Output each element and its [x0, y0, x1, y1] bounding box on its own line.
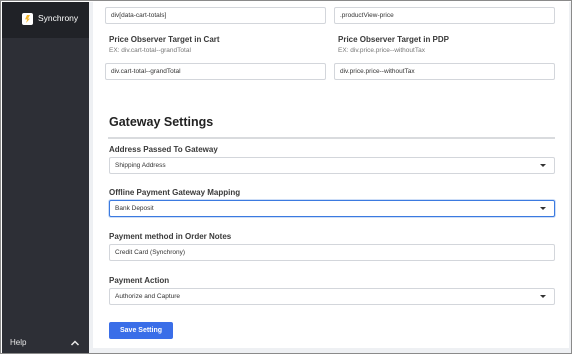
offline-mapping-label: Offline Payment Gateway Mapping — [109, 188, 241, 197]
pdp-observer-label: Price Observer Target in PDP — [338, 35, 450, 44]
address-gateway-select[interactable]: Shipping Address — [109, 157, 555, 174]
brand-name: Synchrony — [38, 13, 79, 23]
offline-mapping-value: Bank Deposit — [115, 205, 154, 212]
order-notes-label: Payment method in Order Notes — [109, 232, 232, 241]
caret-down-icon — [540, 207, 546, 210]
settings-panel: div[data-cart-totals] .productView-price… — [93, 2, 569, 348]
payment-action-label: Payment Action — [109, 276, 170, 285]
caret-down-icon — [540, 164, 546, 167]
payment-action-value: Authorize and Capture — [115, 293, 181, 300]
payment-action-select[interactable]: Authorize and Capture — [109, 288, 555, 305]
order-notes-input[interactable]: Credit Card (Synchrony) — [109, 244, 555, 261]
help-toggle[interactable]: Help — [2, 332, 89, 353]
save-setting-button[interactable]: Save Setting — [109, 322, 173, 339]
chevron-up-icon — [70, 340, 80, 346]
brand-header[interactable]: Synchrony — [2, 2, 89, 38]
section-divider — [108, 137, 555, 139]
caret-down-icon — [540, 295, 546, 298]
pdp-observer-hint: EX: div.price.price--withoutTax — [338, 47, 425, 54]
cart-observer-hint: EX: div.cart-total--grandTotal — [109, 47, 191, 54]
synchrony-logo-icon — [22, 13, 33, 25]
address-gateway-value: Shipping Address — [115, 162, 166, 169]
product-view-price-input[interactable]: .productView-price — [334, 7, 555, 24]
address-gateway-label: Address Passed To Gateway — [109, 145, 218, 154]
cart-observer-input[interactable]: div.cart-total--grandTotal — [105, 63, 326, 80]
help-label: Help — [10, 338, 27, 347]
offline-mapping-select[interactable]: Bank Deposit — [109, 200, 555, 217]
gateway-settings-title: Gateway Settings — [109, 115, 214, 129]
cart-totals-selector-input[interactable]: div[data-cart-totals] — [105, 7, 326, 24]
cart-observer-label: Price Observer Target in Cart — [109, 35, 220, 44]
main-content: div[data-cart-totals] .productView-price… — [89, 2, 571, 353]
sidebar: Synchrony Help — [2, 2, 89, 353]
app-window: Synchrony Help div[data-cart-totals] .pr… — [0, 0, 572, 354]
pdp-observer-input[interactable]: div.price.price--withoutTax — [334, 63, 555, 80]
